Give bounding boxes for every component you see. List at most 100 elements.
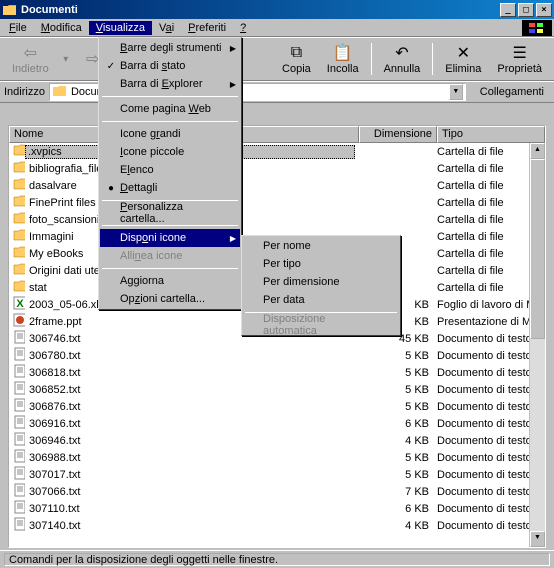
file-name: 306876.txt (25, 401, 355, 413)
file-row[interactable]: FinePrint filesCartella di file (9, 194, 545, 211)
file-row[interactable]: 306946.txt4 KBDocumento di testo (9, 432, 545, 449)
file-name: 307110.txt (25, 503, 355, 515)
arrange-by-size[interactable]: Per dimensione (243, 273, 399, 291)
file-row[interactable]: bibliografia_fileCartella di file (9, 160, 545, 177)
menu-edit[interactable]: Modifica (34, 21, 89, 35)
menu-list[interactable]: Elenco (100, 161, 240, 179)
paste-button[interactable]: 📋Incolla (319, 41, 367, 77)
file-icon (9, 432, 25, 449)
menu-view[interactable]: Visualizza (89, 21, 152, 35)
close-button[interactable]: × (536, 3, 552, 17)
back-icon: ⇦ (20, 43, 40, 63)
properties-icon: ☰ (510, 43, 530, 63)
delete-button[interactable]: ✕Elimina (437, 41, 489, 77)
file-row[interactable]: dasalvareCartella di file (9, 177, 545, 194)
links-label[interactable]: Collegamenti (474, 86, 550, 98)
menu-details[interactable]: ●Dettagli (100, 179, 240, 197)
menu-separator (102, 268, 238, 269)
file-icon (9, 245, 25, 262)
menu-statusbar[interactable]: ✓Barra di stato (100, 57, 240, 75)
back-button[interactable]: ⇦Indietro (4, 41, 57, 77)
file-icon (9, 415, 25, 432)
menu-customize[interactable]: Personalizza cartella... (100, 204, 240, 222)
arrange-by-name[interactable]: Per nome (243, 237, 399, 255)
folder-icon (52, 84, 68, 101)
minimize-button[interactable]: _ (500, 3, 516, 17)
file-size: 5 KB (355, 401, 433, 413)
toolbar: ⇦Indietro ▾ ⇨ ⧉Copia 📋Incolla ↶Annulla ✕… (0, 37, 554, 81)
menu-go[interactable]: Vai (152, 21, 181, 35)
menu-separator (102, 121, 238, 122)
scroll-up-button[interactable]: ▲ (530, 143, 545, 159)
svg-text:X: X (16, 298, 24, 310)
file-row[interactable]: 306916.txt6 KBDocumento di testo (9, 415, 545, 432)
menu-arrange-icons[interactable]: Disponi icone▶ (100, 229, 240, 247)
menu-explorerbar[interactable]: Barra di Explorer▶ (100, 75, 240, 93)
file-icon (9, 347, 25, 364)
delete-icon: ✕ (453, 43, 473, 63)
arrange-by-date[interactable]: Per data (243, 291, 399, 309)
scroll-thumb[interactable] (530, 159, 545, 339)
file-icon: X (9, 296, 25, 313)
file-row[interactable]: 306876.txt5 KBDocumento di testo (9, 398, 545, 415)
file-row[interactable]: 306818.txt5 KBDocumento di testo (9, 364, 545, 381)
file-size: 6 KB (355, 503, 433, 515)
menu-small-icons[interactable]: Icone piccole (100, 143, 240, 161)
file-icon (9, 466, 25, 483)
file-icon (9, 517, 25, 534)
file-row[interactable]: .xvpicsCartella di file (9, 143, 545, 160)
file-row[interactable]: 306780.txt5 KBDocumento di testo (9, 347, 545, 364)
file-name: 306818.txt (25, 367, 355, 379)
file-size: 4 KB (355, 520, 433, 532)
column-headers: Nome Dimensione Tipo (9, 126, 545, 143)
menu-toolbars[interactable]: Barre degli strumenti▶ (100, 39, 240, 57)
arrange-submenu: Per nome Per tipo Per dimensione Per dat… (241, 235, 401, 336)
maximize-button[interactable]: □ (518, 3, 534, 17)
file-row[interactable]: 307140.txt4 KBDocumento di testo (9, 517, 545, 534)
address-dropdown[interactable]: ▼ (449, 84, 463, 100)
file-icon (9, 313, 25, 330)
title-bar: Documenti _ □ × (0, 0, 554, 19)
menu-favorites[interactable]: Preferiti (181, 21, 233, 35)
file-name: 306946.txt (25, 435, 355, 447)
file-size: 4 KB (355, 435, 433, 447)
back-dropdown[interactable]: ▾ (57, 52, 75, 67)
menu-help[interactable]: ? (233, 21, 253, 35)
file-icon (9, 330, 25, 347)
file-row[interactable]: 307017.txt5 KBDocumento di testo (9, 466, 545, 483)
arrange-by-type[interactable]: Per tipo (243, 255, 399, 273)
vertical-scrollbar[interactable]: ▲ ▼ (529, 143, 545, 547)
menu-file[interactable]: File (2, 21, 34, 35)
column-size[interactable]: Dimensione (359, 126, 437, 143)
file-name: 306780.txt (25, 350, 355, 362)
status-bar: Comandi per la disposizione degli oggett… (0, 550, 554, 568)
file-size: 5 KB (355, 350, 433, 362)
file-icon (9, 364, 25, 381)
file-icon (9, 194, 25, 211)
menu-bar: File Modifica Visualizza Vai Preferiti ? (0, 19, 554, 37)
windows-logo-icon (522, 20, 552, 36)
menu-refresh[interactable]: Aggiorna (100, 272, 240, 290)
file-row[interactable]: 307066.txt7 KBDocumento di testo (9, 483, 545, 500)
file-icon (9, 279, 25, 296)
file-row[interactable]: foto_scansioniCartella di file (9, 211, 545, 228)
scroll-down-button[interactable]: ▼ (530, 531, 545, 547)
file-icon (9, 177, 25, 194)
column-type[interactable]: Tipo (437, 126, 545, 143)
arrange-auto: Disposizione automatica (243, 316, 399, 334)
file-row[interactable]: 306852.txt5 KBDocumento di testo (9, 381, 545, 398)
file-icon (9, 398, 25, 415)
status-text: Comandi per la disposizione degli oggett… (4, 553, 550, 566)
menu-large-icons[interactable]: Icone grandi (100, 125, 240, 143)
file-icon (9, 449, 25, 466)
file-icon (9, 381, 25, 398)
properties-button[interactable]: ☰Proprietà (489, 41, 550, 77)
menu-webpage[interactable]: Come pagina Web (100, 100, 240, 118)
copy-button[interactable]: ⧉Copia (274, 41, 319, 77)
folder-icon (2, 3, 18, 17)
separator (371, 43, 372, 75)
file-row[interactable]: 306988.txt5 KBDocumento di testo (9, 449, 545, 466)
menu-folder-options[interactable]: Opzioni cartella... (100, 290, 240, 308)
file-row[interactable]: 307110.txt6 KBDocumento di testo (9, 500, 545, 517)
undo-button[interactable]: ↶Annulla (376, 41, 429, 77)
